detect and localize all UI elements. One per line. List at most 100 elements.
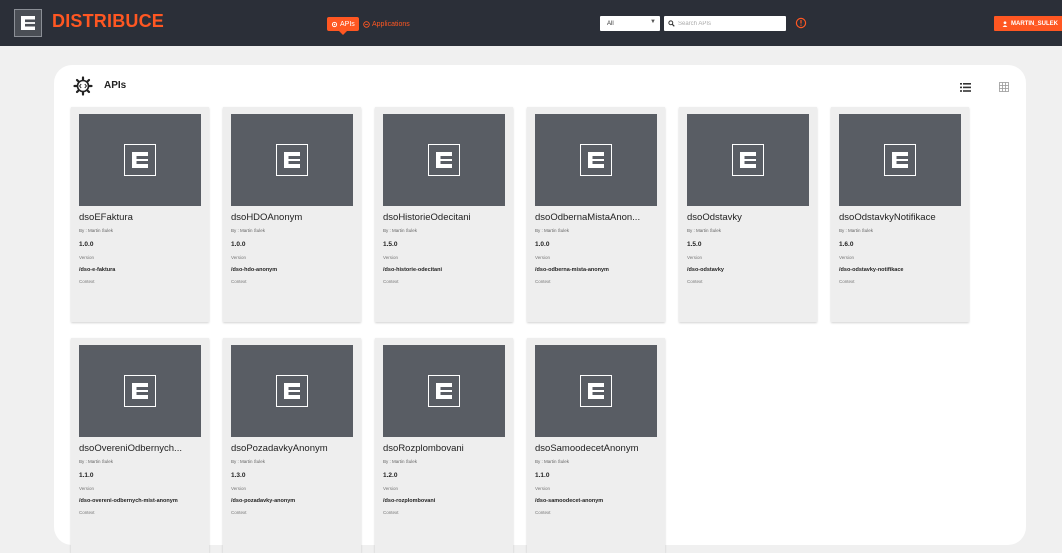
api-context: /dso-odberna-mista-anonym — [535, 267, 609, 273]
api-author: By : Martin Šulek — [79, 228, 114, 233]
nav-tab-apis[interactable]: APIs — [327, 17, 359, 35]
api-name[interactable]: dsoRozplombovani — [383, 443, 507, 454]
api-context: /dso-e-faktura — [79, 267, 116, 273]
api-name[interactable]: dsoOdstavkyNotifikace — [839, 212, 963, 223]
api-author: By : Martin Šulek — [687, 228, 722, 233]
search-box[interactable] — [664, 16, 786, 31]
api-context-label: Context — [839, 279, 855, 284]
api-card[interactable]: dsoHDOAnonym By : Martin Šulek 1.0.0 Ver… — [223, 107, 361, 322]
info-icon[interactable] — [795, 17, 807, 29]
nav-tab-apis-label: APIs — [340, 20, 355, 28]
api-name[interactable]: dsoEFaktura — [79, 212, 203, 223]
api-context: /dso-odstavky — [687, 267, 724, 273]
api-context-label: Context — [79, 279, 95, 284]
api-thumbnail[interactable] — [231, 114, 353, 206]
api-card[interactable]: dsoOdstavkyNotifikace By : Martin Šulek … — [831, 107, 969, 322]
api-version-label: Version — [383, 255, 399, 260]
user-icon — [1002, 20, 1008, 27]
api-logo-icon — [732, 144, 764, 176]
api-thumbnail[interactable] — [383, 114, 505, 206]
nav-tab-applications[interactable]: Applications — [363, 17, 410, 31]
gear-icon — [331, 21, 338, 27]
api-name[interactable]: dsoSamoodecetAnonym — [535, 443, 659, 454]
api-context: /dso-overeni-odbernych-mist-anonym — [79, 498, 178, 504]
api-author: By : Martin Šulek — [839, 228, 874, 233]
api-card[interactable]: dsoSamoodecetAnonym By : Martin Šulek 1.… — [527, 338, 665, 553]
api-context-label: Context — [535, 279, 551, 284]
nav-tab-applications-label: Applications — [372, 20, 410, 28]
api-context-label: Context — [535, 510, 551, 515]
top-bar: DISTRIBUCE APIs Applications All ▼ Searc… — [0, 0, 1062, 46]
api-card[interactable]: dsoOdbernaMistaAnon... By : Martin Šulek… — [527, 107, 665, 322]
api-thumbnail[interactable] — [79, 114, 201, 206]
api-name[interactable]: dsoOvereniOdbernych... — [79, 443, 203, 454]
api-context-label: Context — [231, 279, 247, 284]
api-author: By : Martin Šulek — [383, 459, 418, 464]
api-context: /dso-historie-odecitani — [383, 267, 442, 273]
api-card[interactable]: dsoOdstavky By : Martin Šulek 1.5.0 Vers… — [679, 107, 817, 322]
search-input[interactable] — [678, 20, 778, 27]
api-author: By : Martin Šulek — [383, 228, 418, 233]
api-version-label: Version — [383, 486, 399, 491]
user-menu-button[interactable]: MARTIN_SULEK — [994, 16, 1062, 31]
api-card[interactable]: dsoEFaktura By : Martin Šulek 1.0.0 Vers… — [71, 107, 209, 322]
api-version-label: Version — [535, 486, 551, 491]
api-thumbnail[interactable] — [383, 345, 505, 437]
api-version-label: Version — [839, 255, 855, 260]
api-context: /dso-hdo-anonym — [231, 267, 278, 273]
api-context: /dso-odstavky-notifikace — [839, 267, 904, 273]
search-icon — [668, 20, 675, 27]
api-name[interactable]: dsoOdbernaMistaAnon... — [535, 212, 659, 223]
api-logo-icon — [276, 144, 308, 176]
brand-logo-icon[interactable] — [14, 9, 42, 37]
api-author: By : Martin Šulek — [79, 459, 114, 464]
api-logo-icon — [124, 144, 156, 176]
api-version-label: Version — [687, 255, 703, 260]
api-filter-value: All — [607, 20, 614, 27]
api-thumbnail[interactable] — [687, 114, 809, 206]
api-thumbnail[interactable] — [535, 114, 657, 206]
api-author: By : Martin Šulek — [535, 228, 570, 233]
api-version: 1.1.0 — [535, 472, 550, 479]
api-version: 1.6.0 — [839, 241, 854, 248]
api-card[interactable]: dsoRozplombovani By : Martin Šulek 1.2.0… — [375, 338, 513, 553]
chevron-down-icon: ▼ — [650, 19, 656, 25]
api-context: /dso-samoodecet-anonym — [535, 498, 604, 504]
api-context: /dso-pozadavky-anonym — [231, 498, 296, 504]
api-thumbnail[interactable] — [839, 114, 961, 206]
api-context-label: Context — [383, 279, 399, 284]
api-version: 1.0.0 — [231, 241, 246, 248]
apis-gear-icon — [73, 76, 93, 96]
brand-name[interactable]: DISTRIBUCE — [52, 11, 164, 32]
api-name[interactable]: dsoHDOAnonym — [231, 212, 355, 223]
api-version: 1.2.0 — [383, 472, 398, 479]
api-thumbnail[interactable] — [535, 345, 657, 437]
api-author: By : Martin Šulek — [231, 459, 266, 464]
api-version: 1.1.0 — [79, 472, 94, 479]
list-view-icon[interactable] — [960, 83, 971, 92]
apps-icon — [363, 20, 370, 28]
api-logo-icon — [428, 144, 460, 176]
api-thumbnail[interactable] — [79, 345, 201, 437]
api-context-label: Context — [687, 279, 703, 284]
api-version-label: Version — [79, 486, 95, 491]
api-version: 1.0.0 — [535, 241, 550, 248]
api-name[interactable]: dsoOdstavky — [687, 212, 811, 223]
api-version-label: Version — [79, 255, 95, 260]
api-thumbnail[interactable] — [231, 345, 353, 437]
user-name: MARTIN_SULEK — [1011, 20, 1059, 27]
api-context-label: Context — [231, 510, 247, 515]
api-logo-icon — [580, 144, 612, 176]
api-card[interactable]: dsoOvereniOdbernych... By : Martin Šulek… — [71, 338, 209, 553]
api-author: By : Martin Šulek — [231, 228, 266, 233]
api-name[interactable]: dsoPozadavkyAnonym — [231, 443, 355, 454]
apis-panel: APIs dsoEFaktura By : Martin Šulek 1.0.0… — [54, 65, 1026, 553]
api-version: 1.3.0 — [231, 472, 246, 479]
api-card[interactable]: dsoPozadavkyAnonym By : Martin Šulek 1.3… — [223, 338, 361, 553]
api-context-label: Context — [79, 510, 95, 515]
grid-view-icon[interactable] — [999, 82, 1009, 92]
api-filter-select[interactable]: All ▼ — [600, 16, 660, 31]
api-logo-icon — [884, 144, 916, 176]
api-card[interactable]: dsoHistorieOdecitani By : Martin Šulek 1… — [375, 107, 513, 322]
api-name[interactable]: dsoHistorieOdecitani — [383, 212, 507, 223]
